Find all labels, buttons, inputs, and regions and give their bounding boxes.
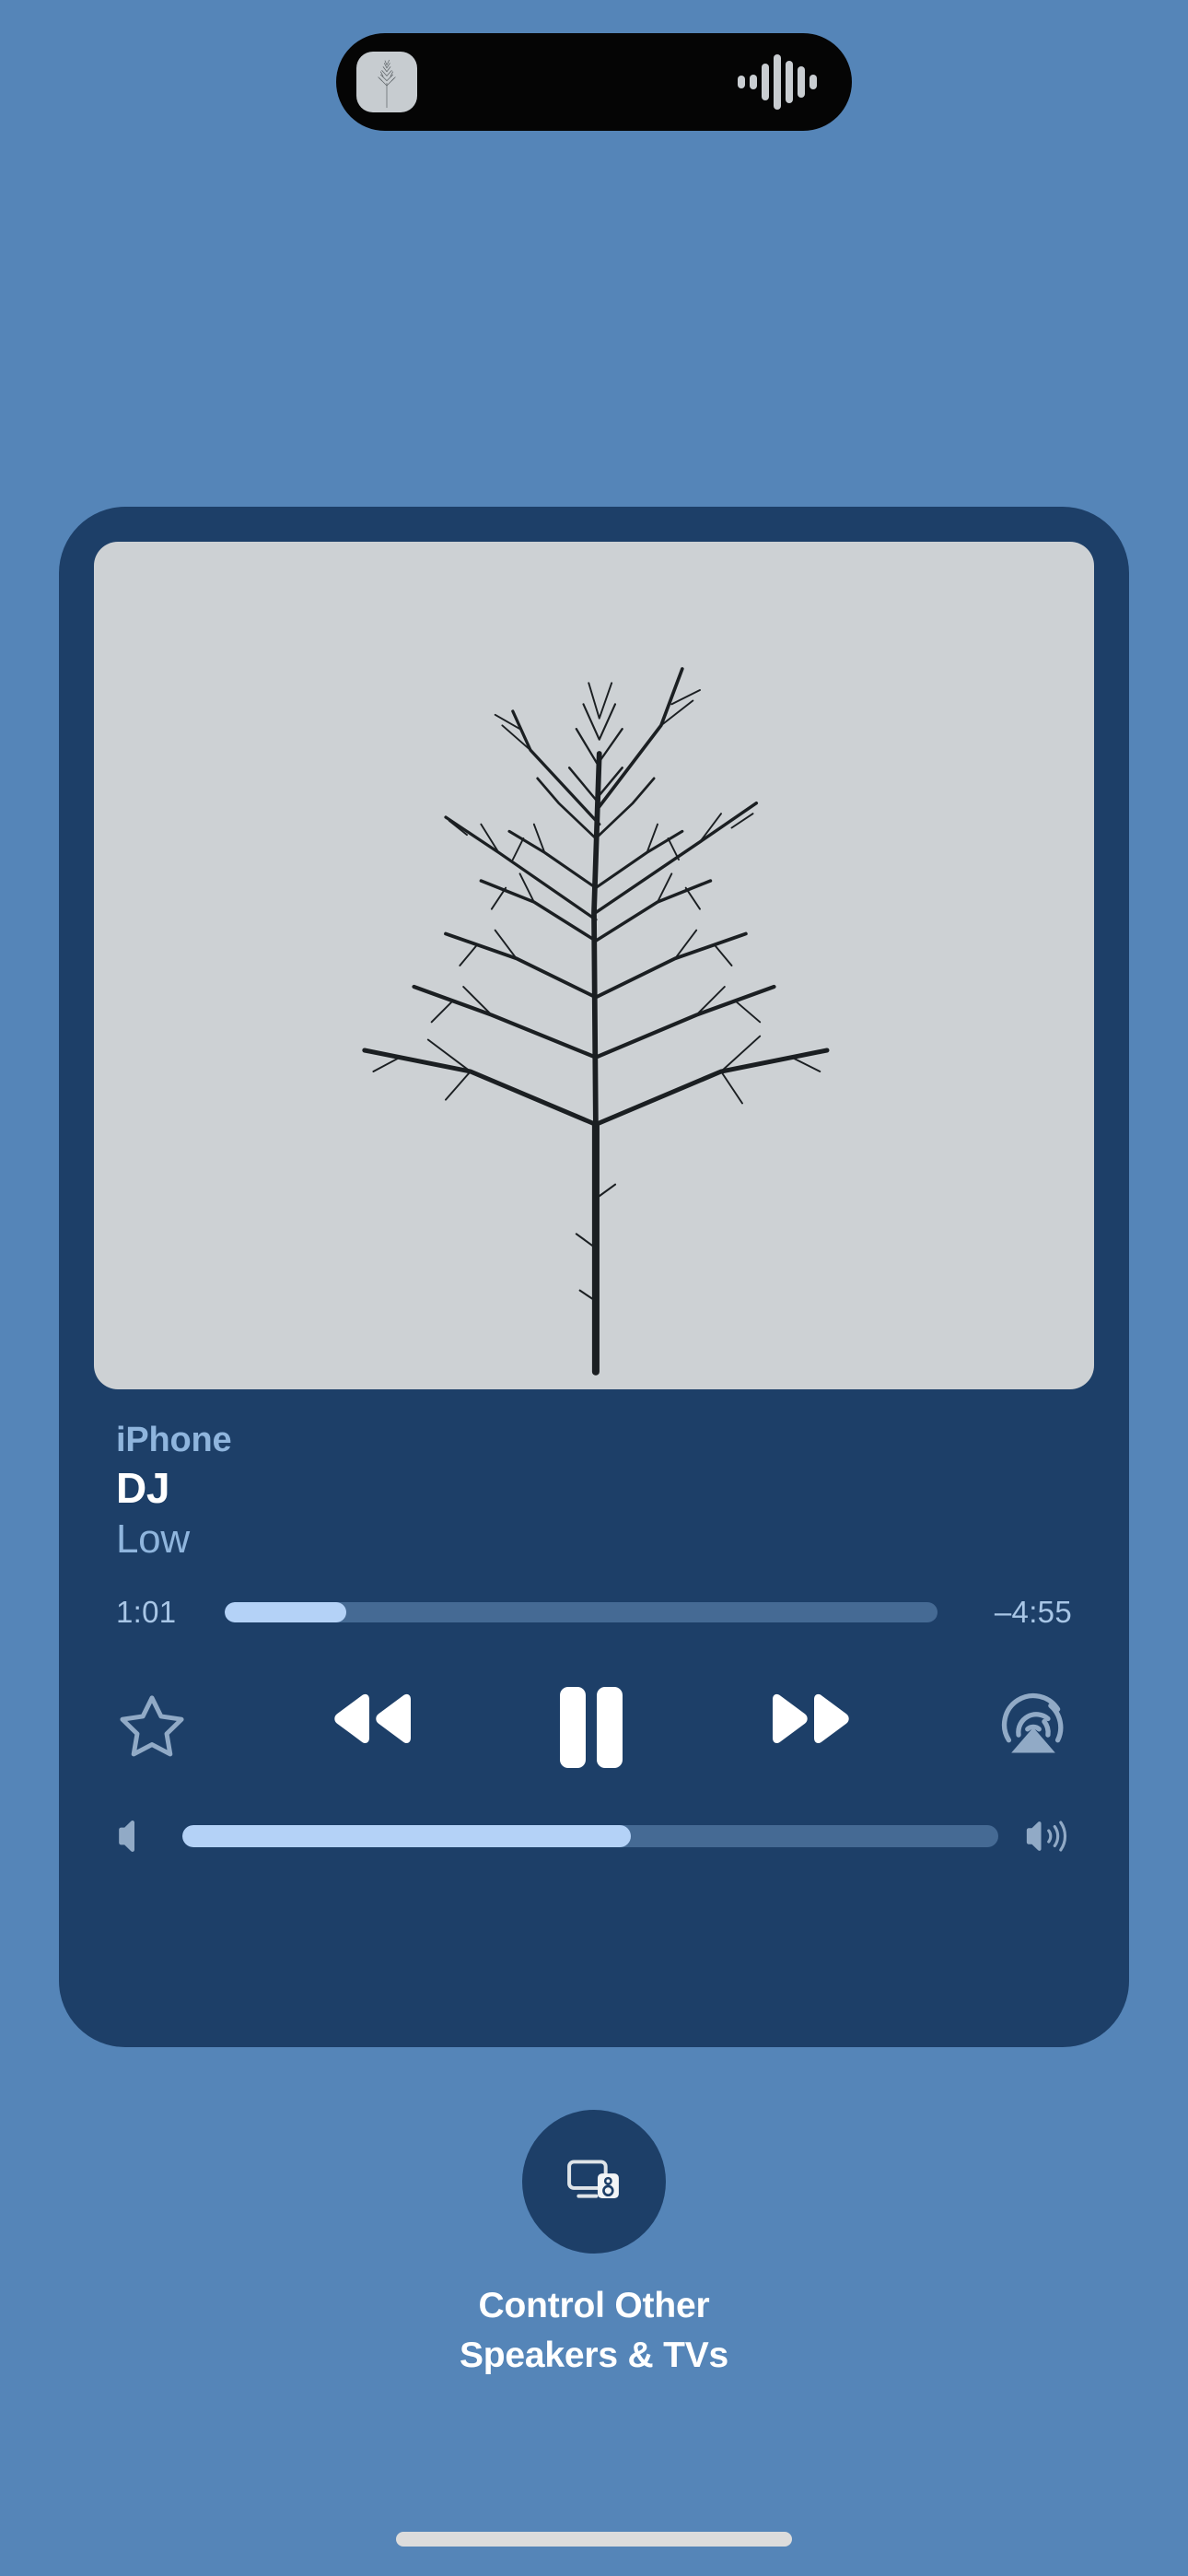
bottom-action-area: Control Other Speakers & TVs [0,2110,1188,2381]
star-outline-icon [114,1690,190,1765]
volume-fill [182,1825,632,1848]
track-metadata: iPhone DJ Low [94,1419,1094,1563]
label-line-2: Speakers & TVs [459,2335,729,2375]
airplay-audio-icon [993,1687,1074,1768]
volume-slider[interactable] [182,1825,998,1848]
playback-scrubber[interactable]: 1:01 –4:55 [94,1595,1094,1630]
track-title: DJ [116,1464,170,1513]
dynamic-island[interactable] [336,33,852,131]
waveform-bar [809,75,817,89]
album-artwork [94,542,1094,1389]
volume-slider-row[interactable] [94,1814,1094,1858]
home-indicator[interactable] [396,2532,792,2547]
favorite-button[interactable] [114,1690,190,1765]
output-route-label: iPhone [116,1421,232,1459]
waveform-bar [774,54,781,110]
transport-controls [94,1672,1094,1783]
audio-waveform-icon [738,53,817,111]
waveform-bar [750,75,757,89]
fast-forward-button[interactable] [765,1692,857,1763]
tv-and-speaker-icon [559,2146,629,2219]
label-line-1: Control Other [478,2286,710,2325]
rewind-button[interactable] [326,1692,418,1763]
fast-forward-icon [765,1692,857,1763]
control-other-speakers-label: Control Other Speakers & TVs [460,2281,728,2381]
progress-slider[interactable] [225,1602,938,1623]
progress-fill [225,1602,346,1623]
control-other-speakers-button[interactable] [522,2110,666,2254]
rewind-icon [326,1692,418,1763]
speaker-low-icon [114,1814,158,1858]
waveform-bar [786,61,793,103]
now-playing-card: iPhone DJ Low 1:01 –4:55 [59,507,1129,2047]
elapsed-time-label: 1:01 [116,1595,177,1630]
waveform-bar [738,76,745,88]
track-artist: Low [116,1516,190,1562]
album-artwork-thumbnail [356,52,417,112]
waveform-bar [798,66,805,98]
airplay-button[interactable] [993,1687,1074,1768]
remaining-time-label: –4:55 [994,1595,1072,1630]
pause-icon [553,1683,629,1772]
waveform-bar [762,64,769,100]
speaker-high-icon [1022,1814,1074,1858]
play-pause-button[interactable] [553,1683,629,1772]
